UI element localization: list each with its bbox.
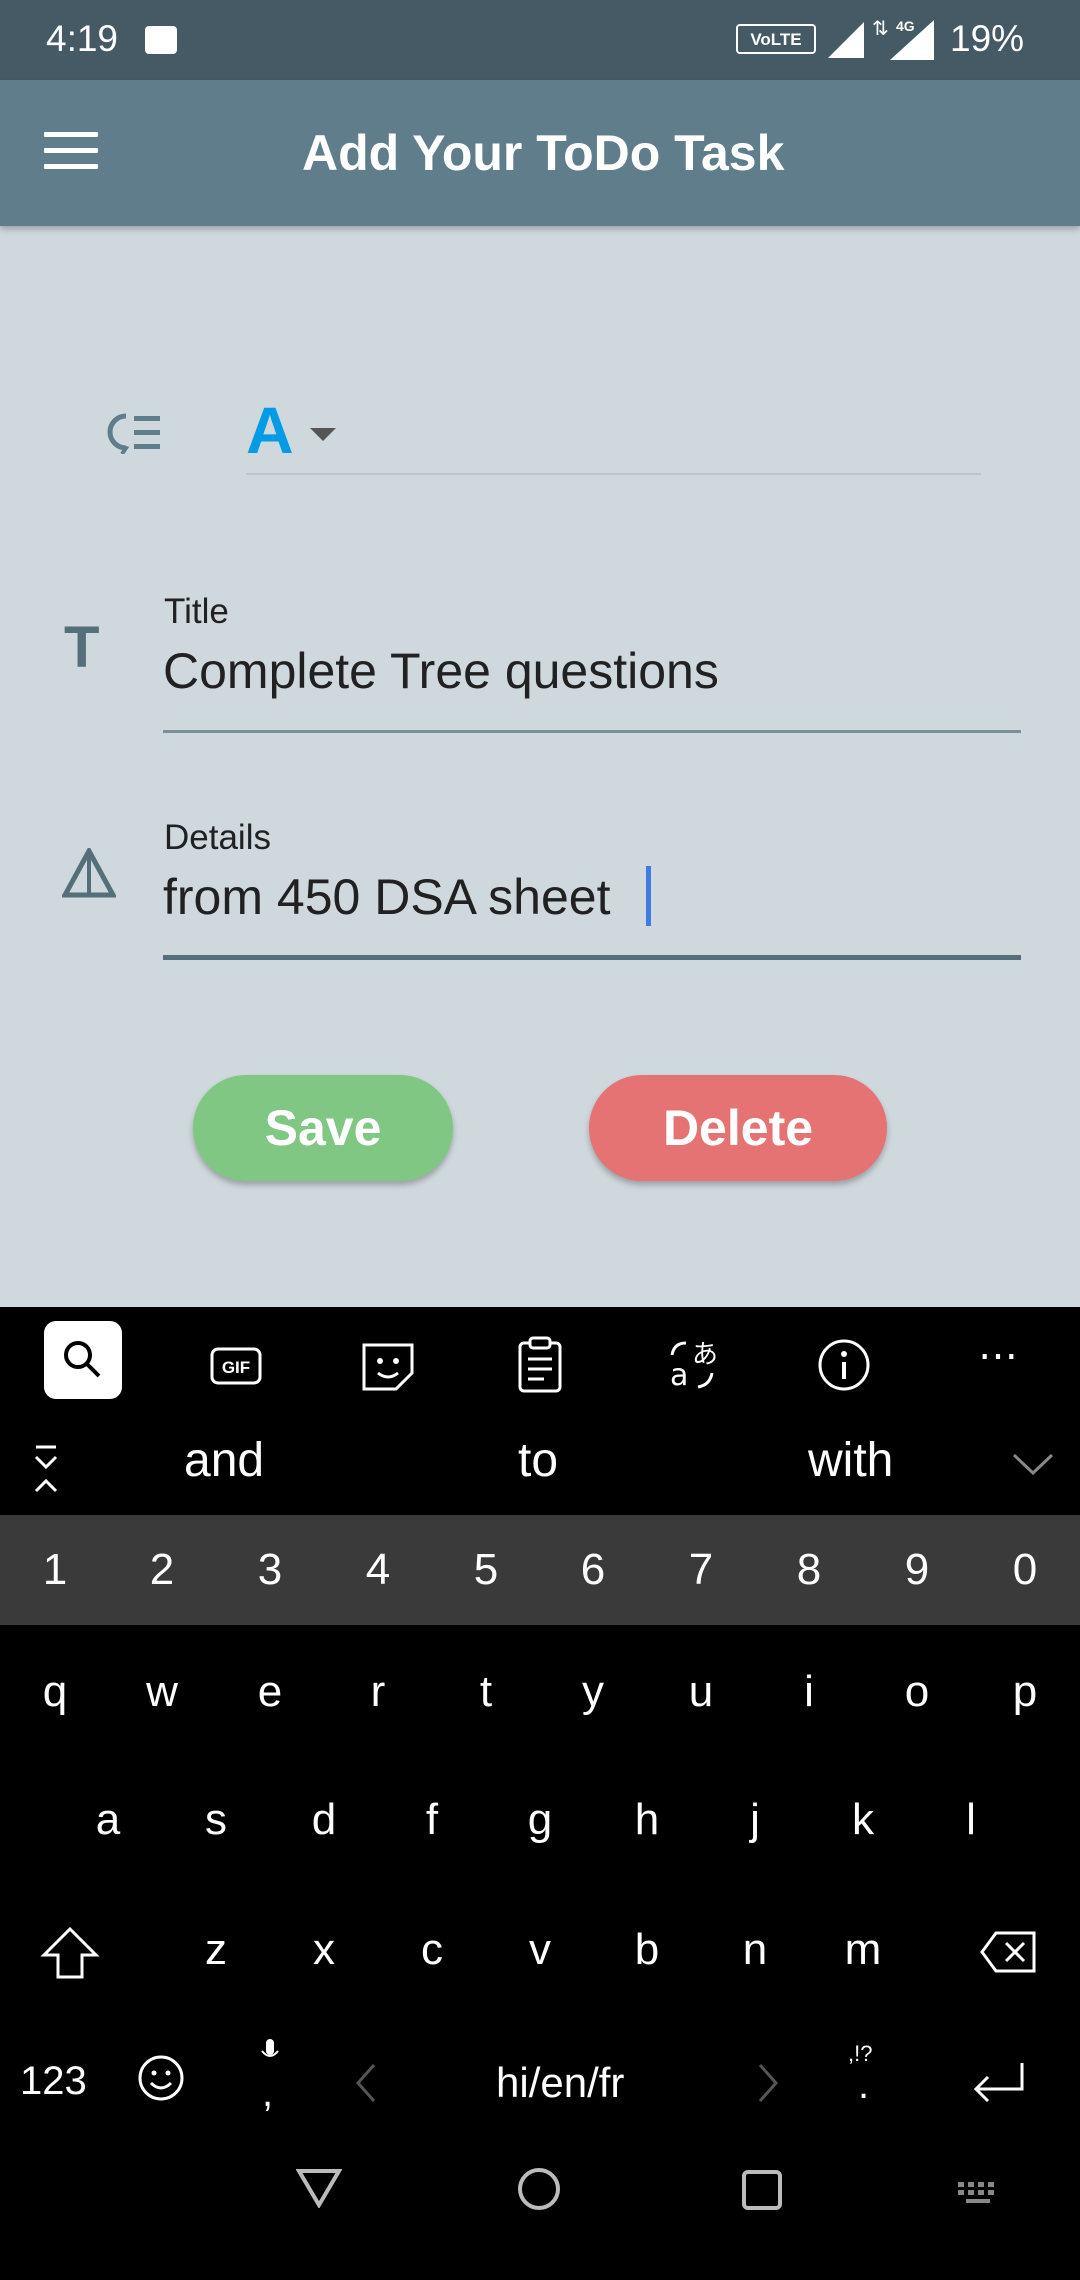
key-j[interactable]: j	[720, 1795, 790, 1845]
emoji-icon[interactable]	[136, 2053, 186, 2103]
search-icon	[64, 1341, 101, 1378]
status-time: 4:19	[46, 18, 119, 59]
recents-icon[interactable]	[740, 2168, 784, 2212]
key-c[interactable]: c	[397, 1925, 467, 1975]
key-n[interactable]: n	[720, 1925, 790, 1975]
suggestion-2[interactable]: to	[518, 1433, 558, 1488]
keyboard-search-button[interactable]	[44, 1321, 122, 1399]
keyboard: GIF a あ ⋯ and to with 1 2 3 4 5 6 7 8 9 …	[0, 1307, 1080, 2124]
title-label: Title	[164, 592, 229, 631]
key-s[interactable]: s	[181, 1795, 251, 1845]
key-z[interactable]: z	[181, 1925, 251, 1975]
svg-text:GIF: GIF	[222, 1358, 250, 1377]
key-6[interactable]: 6	[558, 1545, 628, 1595]
comma-key[interactable]: ,	[262, 2071, 273, 2116]
title-underline	[163, 730, 1021, 733]
key-x[interactable]: x	[289, 1925, 359, 1975]
signal-4g-icon	[890, 20, 934, 60]
hamburger-menu-icon[interactable]	[44, 132, 98, 172]
key-w[interactable]: w	[127, 1667, 197, 1717]
key-i[interactable]: i	[774, 1667, 844, 1717]
key-a[interactable]: a	[73, 1795, 143, 1845]
shift-icon[interactable]	[40, 1925, 100, 1981]
save-button[interactable]: Save	[193, 1075, 453, 1181]
key-h[interactable]: h	[612, 1795, 682, 1845]
status-bar: 4:19 VoLTE ⇅ 4G 19%	[0, 0, 1080, 80]
signal-icon	[828, 22, 864, 58]
key-u[interactable]: u	[666, 1667, 736, 1717]
collapse-suggestions-icon[interactable]	[28, 1443, 64, 1495]
details-input[interactable]: from 450 DSA sheet	[163, 868, 610, 926]
key-f[interactable]: f	[397, 1795, 467, 1845]
volte-badge: VoLTE	[736, 24, 816, 54]
title-input[interactable]: Complete Tree questions	[163, 642, 719, 700]
details-warning-icon	[62, 848, 116, 898]
period-key[interactable]: .	[858, 2063, 869, 2108]
navigation-bar	[0, 2124, 1080, 2280]
key-m[interactable]: m	[828, 1925, 898, 1975]
sticker-icon[interactable]	[350, 1327, 426, 1403]
key-9[interactable]: 9	[882, 1545, 952, 1595]
more-icon[interactable]: ⋯	[978, 1333, 1018, 1379]
key-y[interactable]: y	[558, 1667, 628, 1717]
translate-icon[interactable]: a あ	[654, 1327, 730, 1403]
key-4[interactable]: 4	[343, 1545, 413, 1595]
key-0[interactable]: 0	[990, 1545, 1060, 1595]
backspace-icon[interactable]	[980, 1929, 1038, 1975]
enter-icon[interactable]	[970, 2059, 1028, 2103]
chevron-down-icon[interactable]	[1010, 1449, 1056, 1479]
info-icon[interactable]	[806, 1327, 882, 1403]
symbols-key[interactable]: 123	[20, 2059, 87, 2104]
app-bar: Add Your ToDo Task	[0, 80, 1080, 226]
key-1[interactable]: 1	[20, 1545, 90, 1595]
priority-list-icon[interactable]	[104, 410, 162, 454]
suggestion-3[interactable]: with	[808, 1433, 893, 1488]
key-3[interactable]: 3	[235, 1545, 305, 1595]
keyboard-hide-icon[interactable]	[956, 2180, 1002, 2206]
cursor-right-icon[interactable]	[756, 2063, 780, 2103]
key-v[interactable]: v	[505, 1925, 575, 1975]
key-o[interactable]: o	[882, 1667, 952, 1717]
key-5[interactable]: 5	[451, 1545, 521, 1595]
key-k[interactable]: k	[828, 1795, 898, 1845]
key-t[interactable]: t	[451, 1667, 521, 1717]
key-l[interactable]: l	[936, 1795, 1006, 1845]
suggestion-1[interactable]: and	[184, 1433, 264, 1488]
microphone-icon[interactable]	[258, 2037, 282, 2067]
key-r[interactable]: r	[343, 1667, 413, 1717]
delete-button[interactable]: Delete	[589, 1075, 887, 1181]
battery-level: 19%	[950, 18, 1025, 59]
clipboard-icon[interactable]	[502, 1327, 578, 1403]
key-b[interactable]: b	[612, 1925, 682, 1975]
details-label: Details	[164, 818, 271, 857]
data-arrows-icon: ⇅	[872, 18, 889, 40]
divider	[246, 473, 981, 475]
chevron-down-icon[interactable]	[310, 428, 336, 441]
svg-text:あ: あ	[692, 1340, 718, 1370]
cursor-left-icon[interactable]	[354, 2063, 378, 2103]
key-d[interactable]: d	[289, 1795, 359, 1845]
key-g[interactable]: g	[505, 1795, 575, 1845]
font-color-selector[interactable]: A	[246, 392, 294, 468]
gif-icon[interactable]: GIF	[198, 1327, 274, 1403]
key-2[interactable]: 2	[127, 1545, 197, 1595]
space-key[interactable]: hi/en/fr	[496, 2059, 624, 2107]
svg-text:a: a	[670, 1358, 688, 1393]
number-row: 1 2 3 4 5 6 7 8 9 0	[0, 1515, 1080, 1625]
text-title-icon: T	[64, 615, 100, 680]
text-cursor	[646, 866, 651, 926]
back-icon[interactable]	[296, 2168, 342, 2208]
key-8[interactable]: 8	[774, 1545, 844, 1595]
key-7[interactable]: 7	[666, 1545, 736, 1595]
home-icon[interactable]	[516, 2166, 562, 2212]
key-p[interactable]: p	[990, 1667, 1060, 1717]
key-q[interactable]: q	[20, 1667, 90, 1717]
details-underline	[163, 955, 1021, 960]
gallery-notification-icon	[145, 26, 177, 54]
key-e[interactable]: e	[235, 1667, 305, 1717]
page-title: Add Your ToDo Task	[302, 125, 785, 181]
